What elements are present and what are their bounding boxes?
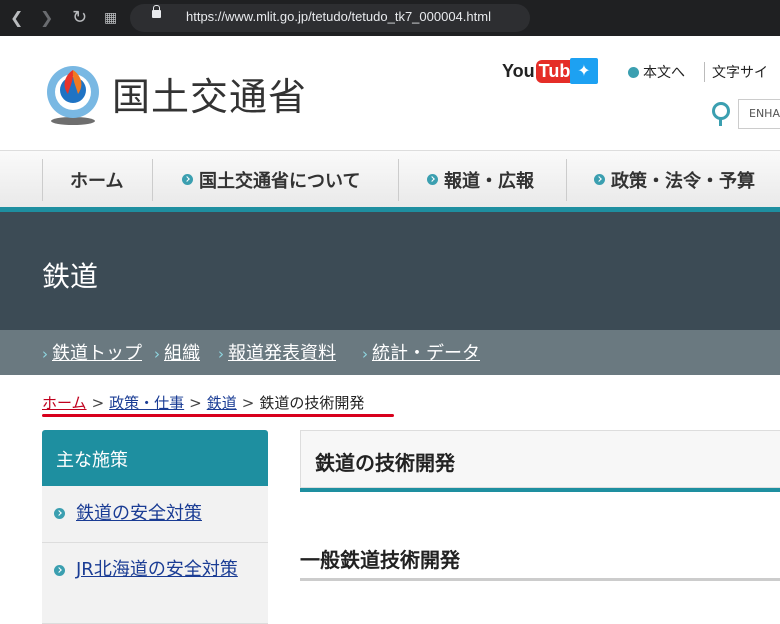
section-heading: 一般鉄道技術開発 bbox=[300, 548, 460, 572]
twitter-icon[interactable]: ✦ bbox=[570, 58, 598, 84]
url-text[interactable]: https://www.mlit.go.jp/tetudo/tetudo_tk7… bbox=[186, 9, 491, 24]
chevron-circle-icon bbox=[54, 565, 65, 576]
breadcrumb-link-policy[interactable]: 政策・仕事 bbox=[109, 394, 184, 412]
breadcrumb-link-home[interactable]: ホーム bbox=[42, 394, 87, 412]
youtube-you-text: You bbox=[502, 60, 535, 81]
location-pin-icon bbox=[712, 102, 730, 126]
breadcrumb-separator: > bbox=[91, 394, 105, 412]
title-accent-bar bbox=[300, 488, 780, 492]
section-title: 鉄道 bbox=[42, 260, 99, 293]
chevron-right-icon: › bbox=[362, 345, 368, 363]
subnav-item-top[interactable]: › 鉄道トップ bbox=[42, 339, 142, 365]
chevron-circle-icon bbox=[594, 174, 605, 185]
apps-icon[interactable]: ▦ bbox=[104, 8, 117, 28]
chevron-circle-icon bbox=[182, 174, 193, 185]
divider bbox=[42, 159, 43, 201]
gnav-item-home[interactable]: ホーム bbox=[70, 151, 123, 208]
skip-to-content-link[interactable]: 本文へ bbox=[628, 62, 685, 82]
chevron-right-icon: › bbox=[154, 345, 160, 363]
chevron-right-icon: › bbox=[218, 345, 224, 363]
breadcrumb-separator: > bbox=[241, 394, 255, 412]
browser-toolbar: ❮ ❯ ↻ ▦ https://www.mlit.go.jp/tetudo/te… bbox=[0, 0, 780, 36]
divider bbox=[152, 159, 153, 201]
search-input[interactable]: ENHA bbox=[738, 99, 780, 129]
breadcrumb-current: 鉄道の技術開発 bbox=[259, 394, 365, 412]
reload-icon[interactable]: ↻ bbox=[72, 8, 87, 28]
subnav-item-statistics[interactable]: › 統計・データ bbox=[362, 339, 480, 365]
chevron-circle-icon bbox=[54, 508, 65, 519]
back-icon[interactable]: ❮ bbox=[10, 8, 23, 28]
chevron-circle-icon bbox=[427, 174, 438, 185]
global-nav: ホーム 国土交通省について 報道・広報 政策・法令・予算 bbox=[0, 150, 780, 208]
sidebar-item-safety[interactable]: 鉄道の安全対策 bbox=[42, 486, 268, 543]
chevron-right-icon: › bbox=[42, 345, 48, 363]
sidebar-heading: 主な施策 bbox=[42, 430, 268, 486]
gnav-item-policy[interactable]: 政策・法令・予算 bbox=[594, 151, 755, 208]
heading-underline bbox=[300, 578, 780, 581]
sidebar-link[interactable]: 鉄道の安全対策 bbox=[76, 501, 256, 527]
breadcrumb-separator: > bbox=[189, 394, 202, 412]
site-name[interactable]: 国土交通省 bbox=[112, 66, 307, 121]
divider bbox=[566, 159, 567, 201]
page-title: 鉄道の技術開発 bbox=[315, 451, 455, 475]
page-title-box: 鉄道の技術開発 bbox=[300, 430, 780, 488]
gnav-item-press[interactable]: 報道・広報 bbox=[427, 151, 534, 208]
highlight-underline bbox=[42, 414, 394, 417]
subnav-item-organization[interactable]: › 組織 bbox=[154, 339, 200, 365]
breadcrumb: ホーム > 政策・仕事 > 鉄道 > 鉄道の技術開発 bbox=[42, 392, 364, 413]
font-size-control[interactable]: 文字サイ bbox=[704, 62, 768, 82]
sidebar-item-jr-hokkaido[interactable]: JR北海道の安全対策 bbox=[42, 543, 268, 624]
breadcrumb-link-railway[interactable]: 鉄道 bbox=[207, 394, 237, 412]
sidebar-link[interactable]: JR北海道の安全対策 bbox=[76, 557, 256, 583]
gnav-item-about[interactable]: 国土交通省について bbox=[182, 151, 360, 208]
divider bbox=[398, 159, 399, 201]
lock-icon bbox=[152, 5, 161, 18]
circle-bullet-icon bbox=[628, 67, 639, 78]
section-banner bbox=[0, 212, 780, 330]
subnav-item-press-releases[interactable]: › 報道発表資料 bbox=[218, 339, 336, 365]
mlit-logo-icon[interactable] bbox=[42, 64, 104, 126]
forward-icon[interactable]: ❯ bbox=[40, 8, 53, 28]
